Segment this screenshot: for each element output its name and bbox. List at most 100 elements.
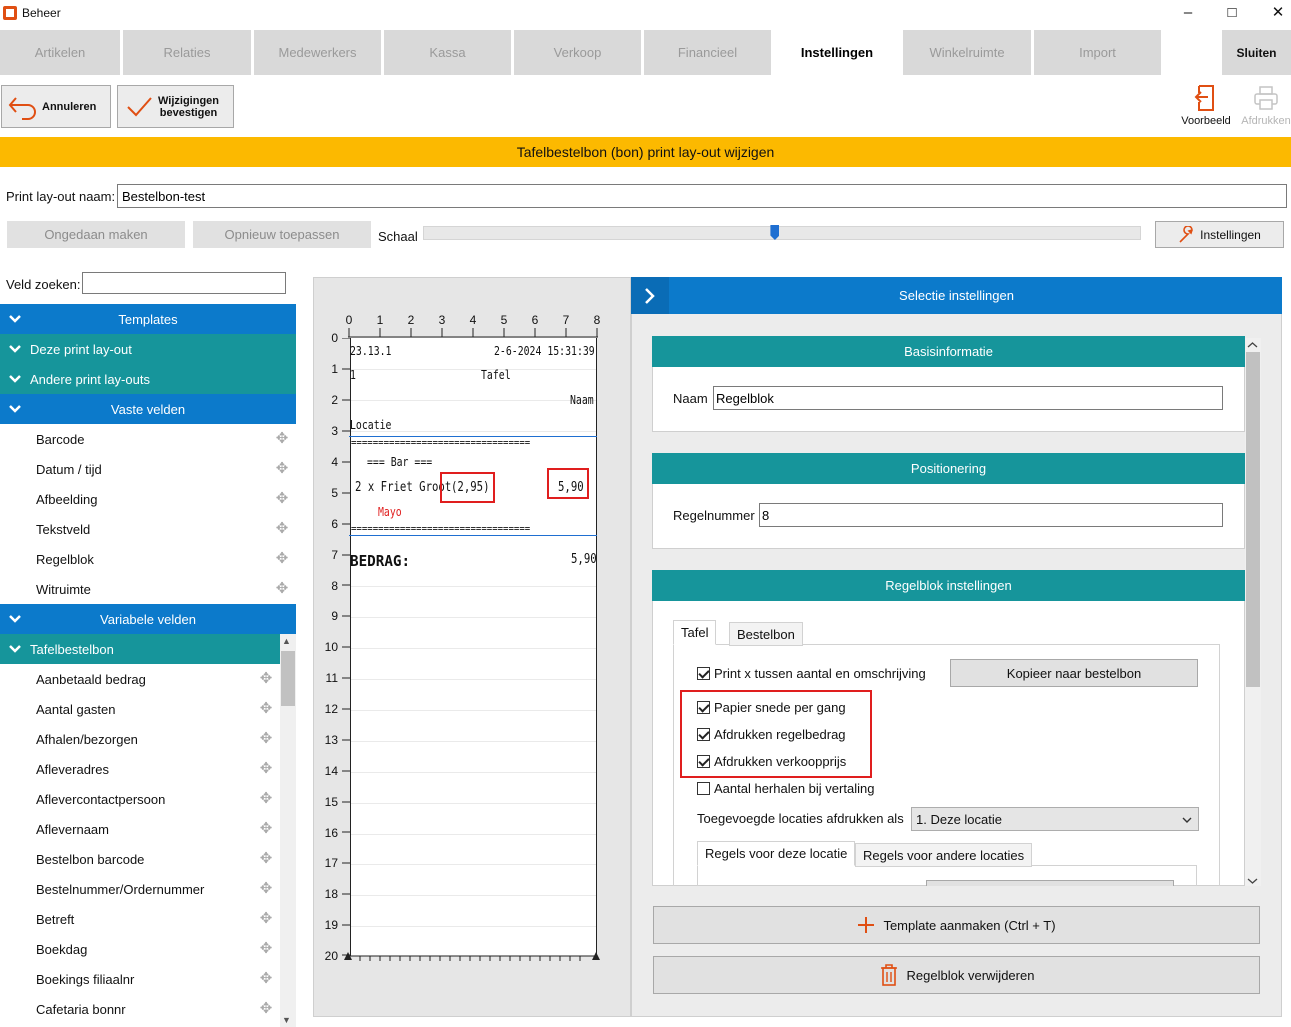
minimize-icon[interactable]: – — [1178, 4, 1198, 22]
list-item[interactable]: Betreft ✥ — [0, 904, 280, 934]
print-button[interactable]: Afdrukken — [1237, 84, 1291, 127]
preview-button[interactable]: Voorbeeld — [1177, 84, 1235, 127]
close-button[interactable]: Sluiten — [1222, 30, 1291, 75]
layout-name-input[interactable] — [117, 184, 1287, 208]
tab-medewerkers[interactable]: Medewerkers — [254, 30, 381, 75]
delete-line-block-button[interactable]: Regelblok verwijderen — [653, 956, 1260, 994]
move-icon[interactable]: ✥ — [258, 971, 274, 987]
partial-button[interactable] — [926, 880, 1174, 886]
list-item[interactable]: Aflevercontactpersoon ✥ — [0, 784, 280, 814]
list-item[interactable]: Afhalen/bezorgen ✥ — [0, 724, 280, 754]
scroll-up-icon[interactable]: ▲ — [282, 636, 291, 646]
tab-relaties[interactable]: Relaties — [123, 30, 251, 75]
receipt-location-field[interactable]: Locatie — [350, 418, 391, 432]
move-icon[interactable]: ✥ — [258, 851, 274, 867]
tab-financieel[interactable]: Financieel — [644, 30, 771, 75]
receipt-datetime[interactable]: 2-6-2024 15:31:39 — [494, 344, 595, 358]
section-fixed-fields[interactable]: Vaste velden — [0, 394, 296, 424]
move-icon[interactable]: ✥ — [258, 941, 274, 957]
subtab-other-locations[interactable]: Regels voor andere locaties — [855, 843, 1033, 867]
move-icon[interactable]: ✥ — [258, 911, 274, 927]
repeat-quantity-checkbox[interactable]: Aantal herhalen bij vertaling — [697, 781, 874, 796]
tab-verkoop[interactable]: Verkoop — [514, 30, 641, 75]
scrollbar-thumb[interactable] — [281, 651, 295, 706]
move-icon[interactable]: ✥ — [258, 791, 274, 807]
move-icon[interactable]: ✥ — [258, 761, 274, 777]
plus-icon — [858, 917, 875, 933]
list-item[interactable]: Datum / tijd ✥ — [0, 454, 296, 484]
section-this-layout[interactable]: Deze print lay-out — [0, 334, 296, 364]
list-item[interactable]: Tekstveld ✥ — [0, 514, 296, 544]
print-sale-price-checkbox[interactable]: Afdrukken verkoopprijs — [697, 754, 846, 769]
confirm-changes-button[interactable]: Wijzigingen bevestigen — [117, 85, 234, 128]
subtab-this-location[interactable]: Regels voor deze locatie — [697, 841, 856, 866]
tab-kassa[interactable]: Kassa — [384, 30, 511, 75]
scroll-down-icon[interactable]: ▼ — [282, 1015, 291, 1025]
name-input[interactable] — [713, 386, 1223, 410]
list-item[interactable]: Witruimte ✥ — [0, 574, 296, 604]
move-icon[interactable]: ✥ — [258, 821, 274, 837]
list-item[interactable]: Cafetaria bonnr ✥ — [0, 994, 280, 1024]
list-item[interactable]: Bestelnummer/Ordernummer ✥ — [0, 874, 280, 904]
subtab-bestelbon[interactable]: Bestelbon — [729, 622, 803, 646]
move-icon[interactable]: ✥ — [258, 1001, 274, 1017]
tab-artikelen[interactable]: Artikelen — [0, 30, 120, 75]
locations-select[interactable]: 1. Deze locatie — [911, 807, 1199, 831]
section-other-layouts[interactable]: Andere print lay-outs — [0, 364, 296, 394]
cancel-button[interactable]: Annuleren — [1, 85, 111, 128]
section-tafelbestelbon[interactable]: Tafelbestelbon — [0, 634, 280, 664]
maximize-icon[interactable]: □ — [1222, 4, 1242, 22]
move-icon[interactable]: ✥ — [274, 581, 290, 597]
field-search-input[interactable] — [82, 272, 286, 294]
receipt-store-id[interactable]: 23.13.1 — [350, 344, 391, 358]
receipt-table-number[interactable]: 1 — [350, 368, 356, 382]
field-search-label: Veld zoeken: — [6, 277, 81, 292]
section-templates[interactable]: Templates — [0, 304, 296, 334]
trash-icon — [880, 964, 897, 986]
print-x-checkbox[interactable]: Print x tussen aantal en omschrijving — [697, 666, 926, 681]
list-item[interactable]: Boekdag ✥ — [0, 934, 280, 964]
scroll-down-icon[interactable] — [1247, 873, 1258, 888]
move-icon[interactable]: ✥ — [258, 881, 274, 897]
move-icon[interactable]: ✥ — [258, 701, 274, 717]
create-template-button[interactable]: Template aanmaken (Ctrl + T) — [653, 906, 1260, 944]
receipt-table-label[interactable]: Tafel — [481, 368, 511, 382]
list-item[interactable]: Afbeelding ✥ — [0, 484, 296, 514]
receipt-name-field[interactable]: Naam — [570, 393, 594, 407]
tab-winkelruimte[interactable]: Winkelruimte — [903, 30, 1031, 75]
settings-button[interactable]: Instellingen — [1155, 221, 1284, 248]
close-icon[interactable]: ✕ — [1268, 4, 1288, 22]
print-line-amount-checkbox[interactable]: Afdrukken regelbedrag — [697, 727, 846, 742]
move-icon[interactable]: ✥ — [274, 521, 290, 537]
list-item[interactable]: Aantal gasten ✥ — [0, 694, 280, 724]
cut-per-course-checkbox[interactable]: Papier snede per gang — [697, 700, 846, 715]
list-item[interactable]: Boekings filiaalnr ✥ — [0, 964, 280, 994]
list-item[interactable]: Barcode ✥ — [0, 424, 296, 454]
receipt-total-label[interactable]: BEDRAG: — [350, 552, 410, 570]
list-item[interactable]: Aflevernaam ✥ — [0, 814, 280, 844]
scrollbar-thumb[interactable] — [1246, 352, 1260, 687]
chevron-right-icon[interactable] — [631, 277, 669, 314]
move-icon[interactable]: ✥ — [274, 431, 290, 447]
line-number-input[interactable] — [759, 503, 1223, 527]
list-item[interactable]: Bestelbon barcode ✥ — [0, 844, 280, 874]
move-icon[interactable]: ✥ — [274, 491, 290, 507]
undo-button[interactable]: Ongedaan maken — [7, 221, 185, 248]
move-icon[interactable]: ✥ — [258, 671, 274, 687]
move-icon[interactable]: ✥ — [258, 731, 274, 747]
copy-to-order-button[interactable]: Kopieer naar bestelbon — [950, 659, 1198, 687]
receipt-total-value[interactable]: 5,90 — [571, 552, 597, 567]
move-icon[interactable]: ✥ — [274, 551, 290, 567]
move-icon[interactable]: ✥ — [274, 461, 290, 477]
scale-slider[interactable] — [423, 226, 1141, 240]
tab-import[interactable]: Import — [1034, 30, 1161, 75]
list-item[interactable]: Aanbetaald bedrag ✥ — [0, 664, 280, 694]
tab-instellingen[interactable]: Instellingen — [774, 30, 900, 75]
scroll-up-icon[interactable] — [1247, 337, 1258, 352]
redo-button[interactable]: Opnieuw toepassen — [193, 221, 371, 248]
list-item[interactable]: Regelblok ✥ — [0, 544, 296, 574]
receipt-separator: ================================= — [351, 522, 531, 535]
section-variable-fields[interactable]: Variabele velden — [0, 604, 296, 634]
subtab-tafel[interactable]: Tafel — [673, 620, 717, 645]
list-item[interactable]: Afleveradres ✥ — [0, 754, 280, 784]
